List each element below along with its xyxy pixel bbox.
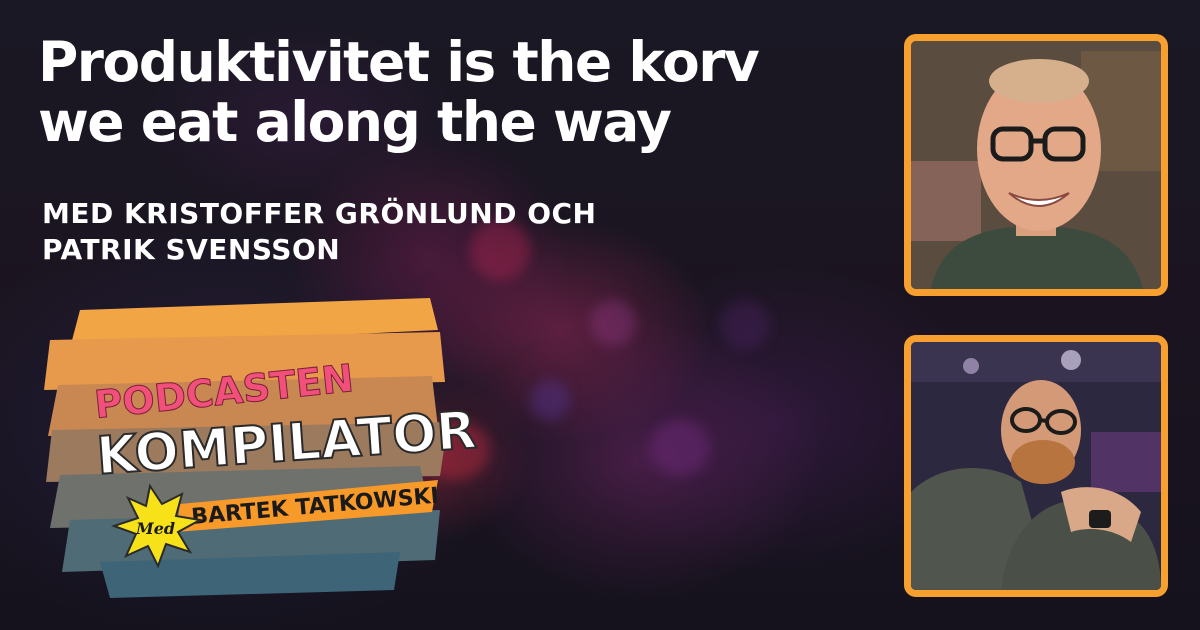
bokeh-light [590,300,636,346]
episode-title-line-2: we eat along the way [38,90,672,154]
logo-med-label: Med [135,519,175,538]
bokeh-light [530,380,570,420]
podcast-logo: PODCASTEN KOMPILATOR BARTEK TATKOWSKI Me… [44,298,479,598]
guests-line-2: PATRIK SVENSSON [42,233,341,266]
bokeh-light [650,420,710,476]
guests-line-1: MED KRISTOFFER GRÖNLUND OCH [42,197,597,230]
guests-subtitle: MED KRISTOFFER GRÖNLUND OCH PATRIK SVENS… [42,196,742,268]
guest-photo-kristoffer [904,34,1168,296]
episode-title: Produktivitet is the korv we eat along t… [38,32,878,152]
episode-title-line-1: Produktivitet is the korv [38,30,760,94]
guest-photo-patrik [904,335,1168,597]
episode-banner: Produktivitet is the korv we eat along t… [0,0,1200,630]
guest-portrait-2 [911,342,1161,590]
bokeh-light [720,300,770,350]
guest-portrait-1 [911,41,1161,289]
